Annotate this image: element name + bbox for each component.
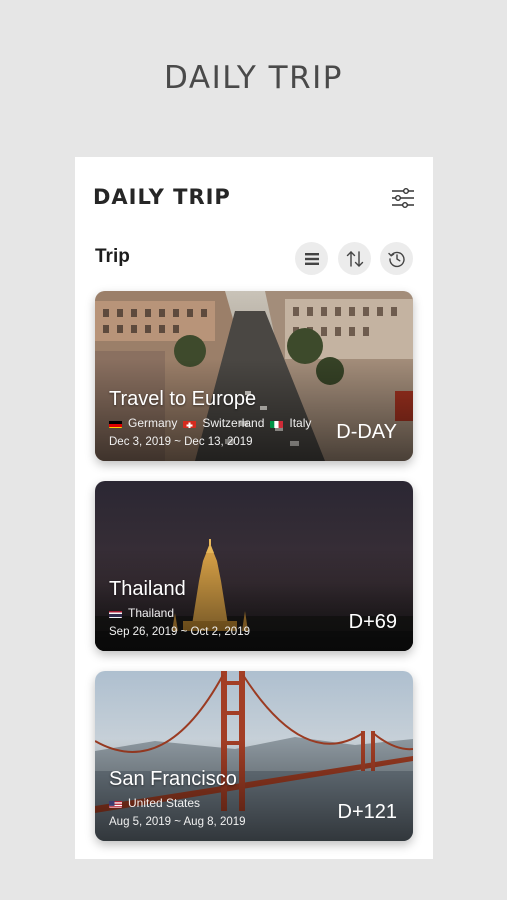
trip-section-header: Trip [75, 241, 433, 279]
trip-card-san-francisco[interactable]: San Francisco United States Aug 5, 2019 … [95, 671, 413, 841]
country-item: Italy [270, 416, 311, 430]
country-name: Switzerland [202, 416, 265, 430]
history-button[interactable] [380, 242, 413, 275]
trip-dates: Dec 3, 2019 ~ Dec 13, 2019 [109, 436, 253, 448]
germany-flag-icon [109, 419, 122, 428]
country-item: Thailand [109, 606, 174, 620]
thailand-flag-icon [109, 609, 122, 618]
trip-card-thailand[interactable]: Thailand Thailand Sep 26, 2019 ~ Oct 2, … [95, 481, 413, 651]
italy-flag-icon [270, 419, 284, 428]
sort-icon [346, 250, 363, 267]
country-name: Germany [128, 416, 178, 430]
sliders-icon [392, 188, 414, 208]
app-screen: DAILY TRIP Trip Travel to Europe Germany… [75, 157, 433, 859]
trip-name: San Francisco [109, 768, 237, 790]
country-item: United States [109, 796, 200, 810]
trip-dates: Aug 5, 2019 ~ Aug 8, 2019 [109, 816, 246, 828]
app-title: DAILY TRIP [93, 185, 231, 209]
trip-card-europe[interactable]: Travel to Europe Germany Switzerland Ita… [95, 291, 413, 461]
trip-countries: United States [109, 796, 206, 810]
trip-dday: D+69 [348, 611, 397, 633]
country-name: United States [128, 796, 201, 810]
trip-dday: D-DAY [336, 421, 397, 443]
trip-countries: Thailand [109, 606, 180, 620]
promo-title: DAILY TRIP [164, 60, 343, 96]
usa-flag-icon [109, 799, 122, 808]
section-title: Trip [95, 246, 130, 267]
list-icon [304, 252, 319, 265]
list-view-button[interactable] [295, 242, 328, 275]
country-item: Switzerland [183, 416, 264, 430]
trip-name: Travel to Europe [109, 388, 257, 410]
trip-name: Thailand [109, 578, 186, 600]
filter-button[interactable] [391, 187, 415, 209]
country-item: Germany [109, 416, 177, 430]
sort-button[interactable] [338, 242, 371, 275]
trip-dates: Sep 26, 2019 ~ Oct 2, 2019 [109, 626, 250, 638]
trip-dday: D+121 [337, 801, 398, 823]
trip-countries: Germany Switzerland Italy [109, 416, 317, 430]
app-header: DAILY TRIP [75, 157, 433, 237]
country-name: Thailand [128, 606, 175, 620]
history-icon [387, 251, 405, 267]
country-name: Italy [289, 416, 312, 430]
switzerland-flag-icon [183, 419, 197, 428]
